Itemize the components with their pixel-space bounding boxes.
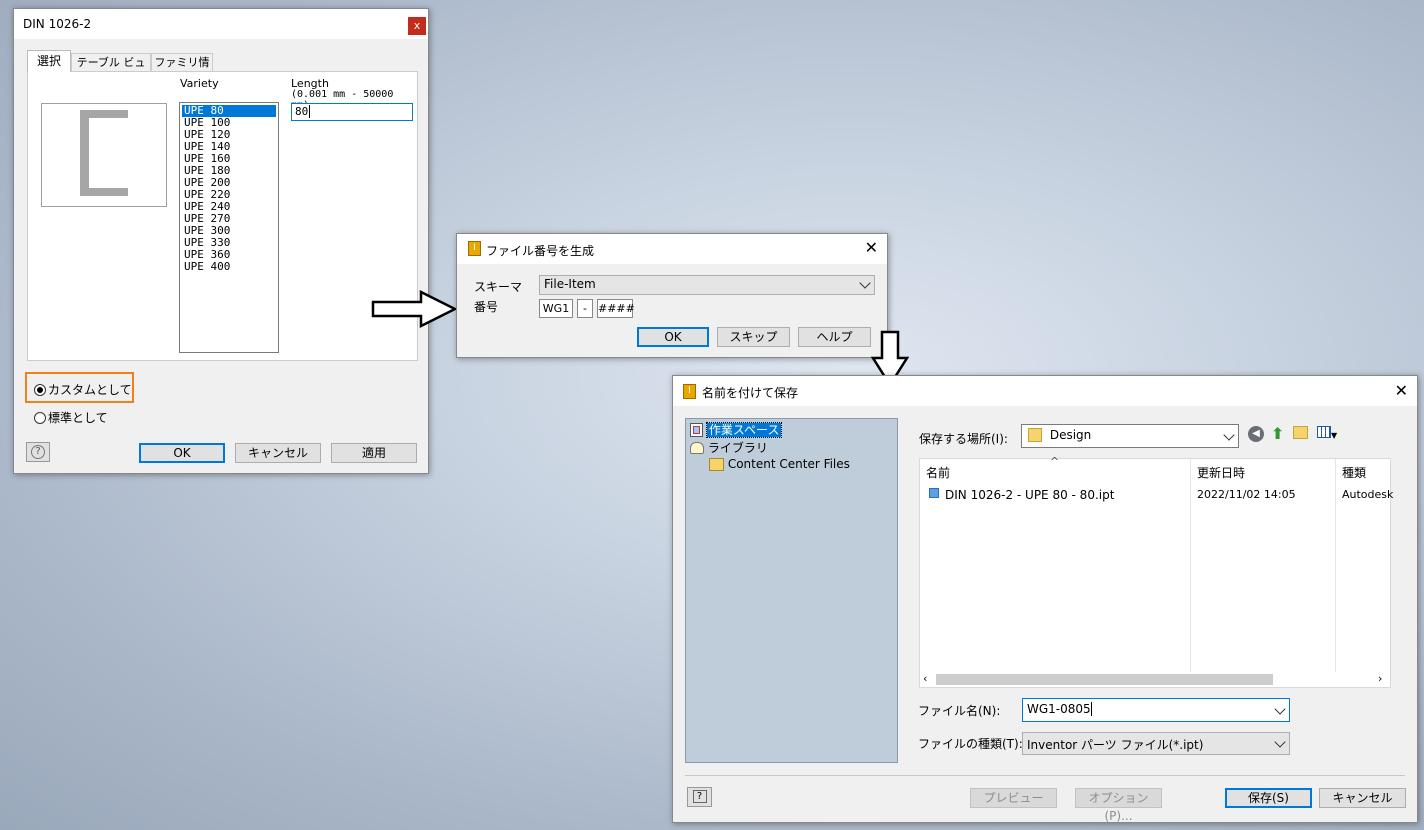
options-button[interactable]: オプション(P)...	[1075, 788, 1162, 823]
preview-button[interactable]: プレビュー	[970, 788, 1057, 808]
file-row[interactable]: DIN 1026-2 - UPE 80 - 80.ipt 2022/11/02 …	[926, 487, 1393, 505]
close-icon[interactable]: ✕	[1395, 383, 1408, 399]
workspace-icon	[690, 423, 703, 437]
channel-profile-icon	[80, 110, 128, 196]
scroll-thumb[interactable]	[936, 674, 1273, 685]
save-button[interactable]: 保存(S)	[1225, 788, 1312, 808]
file-number-dialog: I ファイル番号を生成 ✕ スキーマ File-Item 番号 WG1 - ##…	[456, 233, 888, 358]
save-as-dialog: I 名前を付けて保存 ✕ 作業スペース ライブラリ Content Center…	[672, 375, 1418, 823]
tab-table-view[interactable]: テーブル ビュー	[71, 53, 151, 87]
scroll-right-icon[interactable]: ›	[1378, 672, 1382, 685]
arrow-right-icon	[371, 290, 457, 328]
column-header-modified[interactable]: 更新日時	[1197, 464, 1245, 481]
part-file-icon	[929, 488, 939, 498]
variety-item[interactable]: UPE 400	[182, 261, 276, 273]
help-button[interactable]: ?	[26, 442, 50, 462]
inventor-icon: I	[683, 384, 696, 399]
sort-up-icon: ^	[1050, 455, 1060, 468]
tab-family-info[interactable]: ファミリ情報	[151, 53, 213, 87]
folder-icon	[709, 458, 724, 471]
tree-item-content-center[interactable]: Content Center Files	[686, 457, 897, 475]
scroll-left-icon[interactable]: ‹	[923, 672, 927, 685]
divider	[685, 775, 1405, 776]
ok-button[interactable]: OK	[139, 443, 225, 463]
save-as-titlebar: I 名前を付けて保存 ✕	[673, 376, 1417, 406]
radio-custom[interactable]: カスタムとして	[34, 381, 132, 398]
inventor-icon: I	[468, 241, 481, 256]
help-icon: ?	[692, 790, 707, 803]
new-folder-icon[interactable]	[1293, 426, 1308, 439]
location-select[interactable]: Design	[1021, 424, 1239, 448]
file-modified: 2022/11/02 14:05	[1197, 488, 1296, 501]
file-number-titlebar: I ファイル番号を生成 ✕	[457, 234, 887, 264]
din-dialog-titlebar: DIN 1026-2 x	[14, 9, 428, 39]
chevron-down-icon	[859, 277, 871, 289]
scheme-select[interactable]: File-Item	[539, 275, 875, 295]
radio-checked-icon	[34, 384, 46, 396]
column-header-type[interactable]: 種類	[1342, 464, 1366, 481]
location-label: 保存する場所(I):	[919, 432, 1008, 446]
filetype-select[interactable]: Inventor パーツ ファイル(*.ipt)	[1022, 732, 1290, 755]
number-part-separator[interactable]: -	[577, 299, 593, 318]
cancel-button[interactable]: キャンセル	[1319, 788, 1406, 808]
help-button[interactable]: ?	[687, 787, 712, 807]
number-part-prefix[interactable]: WG1	[539, 299, 573, 318]
tree-item-library[interactable]: ライブラリ	[686, 439, 897, 457]
number-part-counter[interactable]: ####	[597, 299, 635, 318]
up-folder-icon[interactable]: ⬆	[1271, 424, 1284, 443]
ok-button[interactable]: OK	[637, 327, 709, 347]
filename-input[interactable]: WG1-0805	[1022, 698, 1290, 722]
file-name: DIN 1026-2 - UPE 80 - 80.ipt	[945, 488, 1115, 502]
chevron-down-icon	[1223, 429, 1235, 441]
back-icon[interactable]: ◀	[1248, 426, 1264, 442]
tree-item-workspace[interactable]: 作業スペース	[686, 421, 897, 439]
profile-preview	[41, 103, 167, 207]
view-menu-icon[interactable]: ▼	[1317, 426, 1339, 440]
radio-unchecked-icon	[34, 412, 46, 424]
chevron-down-icon[interactable]	[1274, 703, 1286, 715]
save-as-title: 名前を付けて保存	[702, 386, 799, 400]
skip-button[interactable]: スキップ	[717, 327, 790, 347]
filename-label: ファイル名(N):	[918, 704, 1001, 718]
scheme-label: スキーマ	[474, 280, 523, 294]
number-label: 番号	[474, 300, 499, 314]
location-tree[interactable]: 作業スペース ライブラリ Content Center Files	[685, 418, 898, 763]
length-input[interactable]: 80	[291, 103, 413, 121]
column-header-name[interactable]: 名前	[926, 464, 950, 481]
close-icon[interactable]: ✕	[865, 240, 878, 256]
help-icon: ?	[31, 445, 45, 459]
help-button[interactable]: ヘルプ	[798, 327, 871, 347]
file-type: Autodesk	[1342, 488, 1394, 501]
tab-panel: Variety UPE 80 UPE 100 UPE 120 UPE 140 UPE 1…	[27, 71, 418, 361]
din-dialog-title: DIN 1026-2	[23, 17, 92, 31]
folder-icon	[1028, 428, 1042, 442]
tab-select[interactable]: 選択	[27, 50, 71, 72]
file-number-title: ファイル番号を生成	[486, 244, 595, 258]
filetype-label: ファイルの種類(T):	[918, 737, 1023, 751]
cancel-button[interactable]: キャンセル	[235, 443, 321, 463]
variety-label: Variety	[180, 77, 219, 90]
horizontal-scrollbar[interactable]: ‹ ›	[920, 672, 1390, 687]
file-list[interactable]: ^ 名前 更新日時 種類 DIN 1026-2 - UPE 80 - 80.ip…	[919, 455, 1393, 688]
radio-standard[interactable]: 標準として	[34, 409, 108, 426]
library-icon	[690, 442, 704, 454]
chevron-down-icon	[1274, 736, 1286, 748]
apply-button[interactable]: 適用	[331, 443, 417, 463]
variety-list[interactable]: UPE 80 UPE 100 UPE 120 UPE 140 UPE 160 UPE 18…	[179, 102, 279, 353]
close-button[interactable]: x	[408, 17, 426, 35]
din-dialog: DIN 1026-2 x 選択 テーブル ビュー ファミリ情報 Variety …	[13, 8, 429, 474]
close-icon: x	[413, 19, 421, 32]
